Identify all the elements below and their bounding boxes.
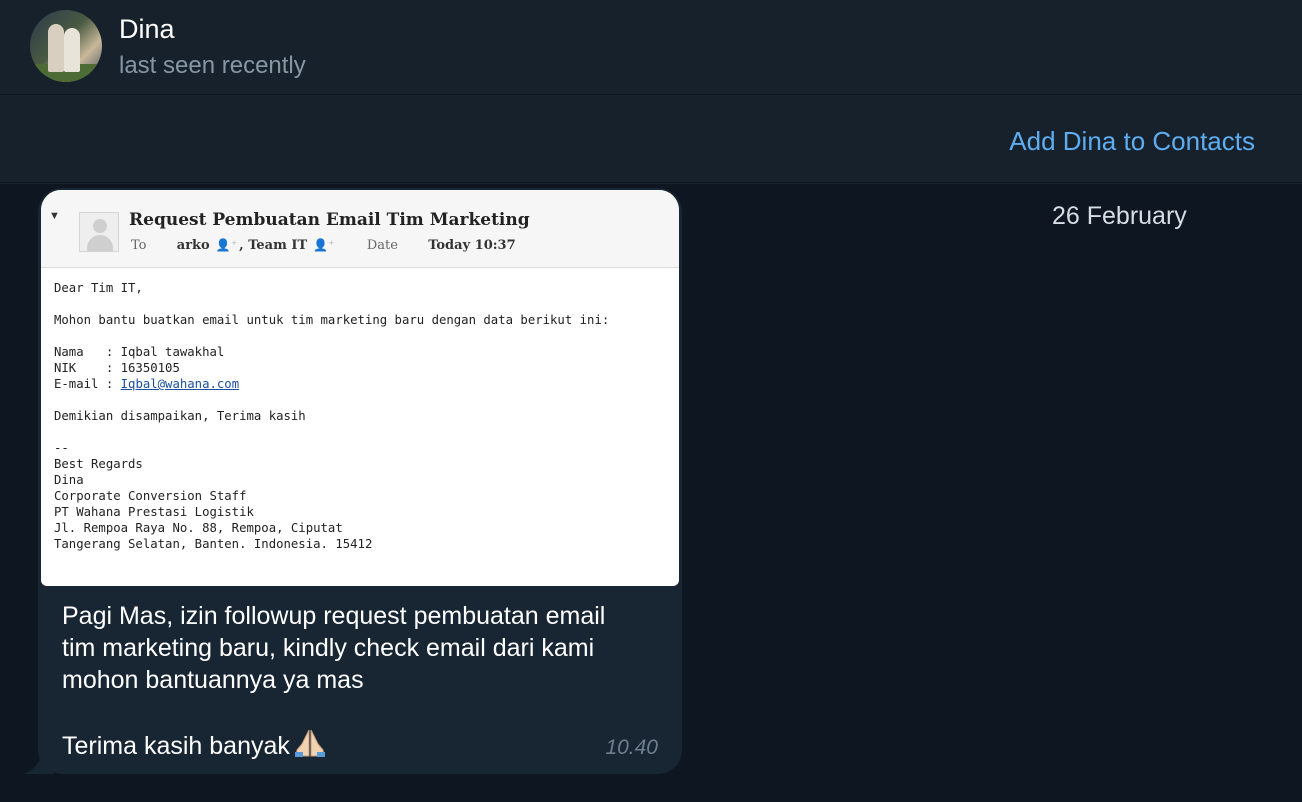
collapse-arrow-icon: ▼ — [49, 210, 60, 222]
email-header: ▼ Request Pembuatan Email Tim Marketing … — [41, 190, 679, 268]
date-label: Date — [366, 238, 398, 253]
email-field-nik: NIK : 16350105 — [54, 361, 180, 375]
to-label: To — [131, 238, 147, 253]
recipient-1: arko — [176, 238, 210, 253]
signature-line: Jl. Rempoa Raya No. 88, Rempoa, Ciputat — [54, 521, 343, 535]
signature-line: Tangerang Selatan, Banten. Indonesia. 15… — [54, 537, 373, 551]
message-bubble[interactable]: ▼ Request Pembuatan Email Tim Marketing … — [38, 188, 682, 774]
add-person-icon: 👤⁺ — [215, 238, 238, 252]
date-separator: 26 February — [1052, 202, 1187, 230]
message-text-closing: Terima kasih banyak — [62, 728, 328, 761]
sender-avatar-icon — [79, 212, 119, 252]
email-greeting: Dear Tim IT, — [54, 281, 143, 295]
chat-header: Dina last seen recently — [0, 0, 1302, 95]
email-subject: Request Pembuatan Email Tim Marketing — [129, 210, 530, 230]
avatar-photo-person — [64, 28, 80, 72]
date-value: Today 10:37 — [428, 238, 516, 253]
recipient-2: , Team IT — [239, 238, 308, 253]
add-to-contacts-button[interactable]: Add Dina to Contacts — [1009, 126, 1255, 157]
contact-avatar[interactable] — [30, 10, 102, 82]
avatar-photo-person — [48, 24, 64, 72]
add-contact-bar: Add Dina to Contacts — [0, 96, 1302, 183]
email-field-nama: Nama : Iqbal tawakhal — [54, 345, 225, 359]
signature-separator: -- — [54, 441, 69, 455]
email-field-label: E-mail : — [54, 377, 121, 391]
message-closing-text: Terima kasih banyak — [62, 732, 290, 760]
email-field-email: E-mail : Iqbal@wahana.com — [54, 376, 609, 392]
contact-name[interactable]: Dina — [119, 14, 175, 45]
signature-line: PT Wahana Prestasi Logistik — [54, 505, 254, 519]
chat-area[interactable]: 26 February ▼ Request Pembuatan Email Ti… — [0, 184, 1302, 802]
message-text: Pagi Mas, izin followup request pembuata… — [62, 602, 606, 694]
signature-line: Corporate Conversion Staff — [54, 489, 247, 503]
email-meta: To arko 👤⁺, Team IT 👤⁺ Date Today 10:37 — [131, 238, 516, 253]
email-link: Iqbal@wahana.com — [120, 377, 240, 391]
email-body: Dear Tim IT, Mohon bantu buatkan email u… — [54, 280, 609, 552]
folded-hands-icon — [294, 729, 325, 757]
contact-status: last seen recently — [119, 52, 306, 79]
message-time: 10.40 — [605, 736, 658, 759]
email-screenshot-image[interactable]: ▼ Request Pembuatan Email Tim Marketing … — [41, 190, 679, 586]
signature-line: Dina — [54, 473, 84, 487]
email-closing: Demikian disampaikan, Terima kasih — [54, 409, 306, 423]
signature-line: Best Regards — [54, 457, 143, 471]
add-person-icon: 👤⁺ — [313, 238, 335, 252]
email-request: Mohon bantu buatkan email untuk tim mark… — [54, 313, 610, 327]
